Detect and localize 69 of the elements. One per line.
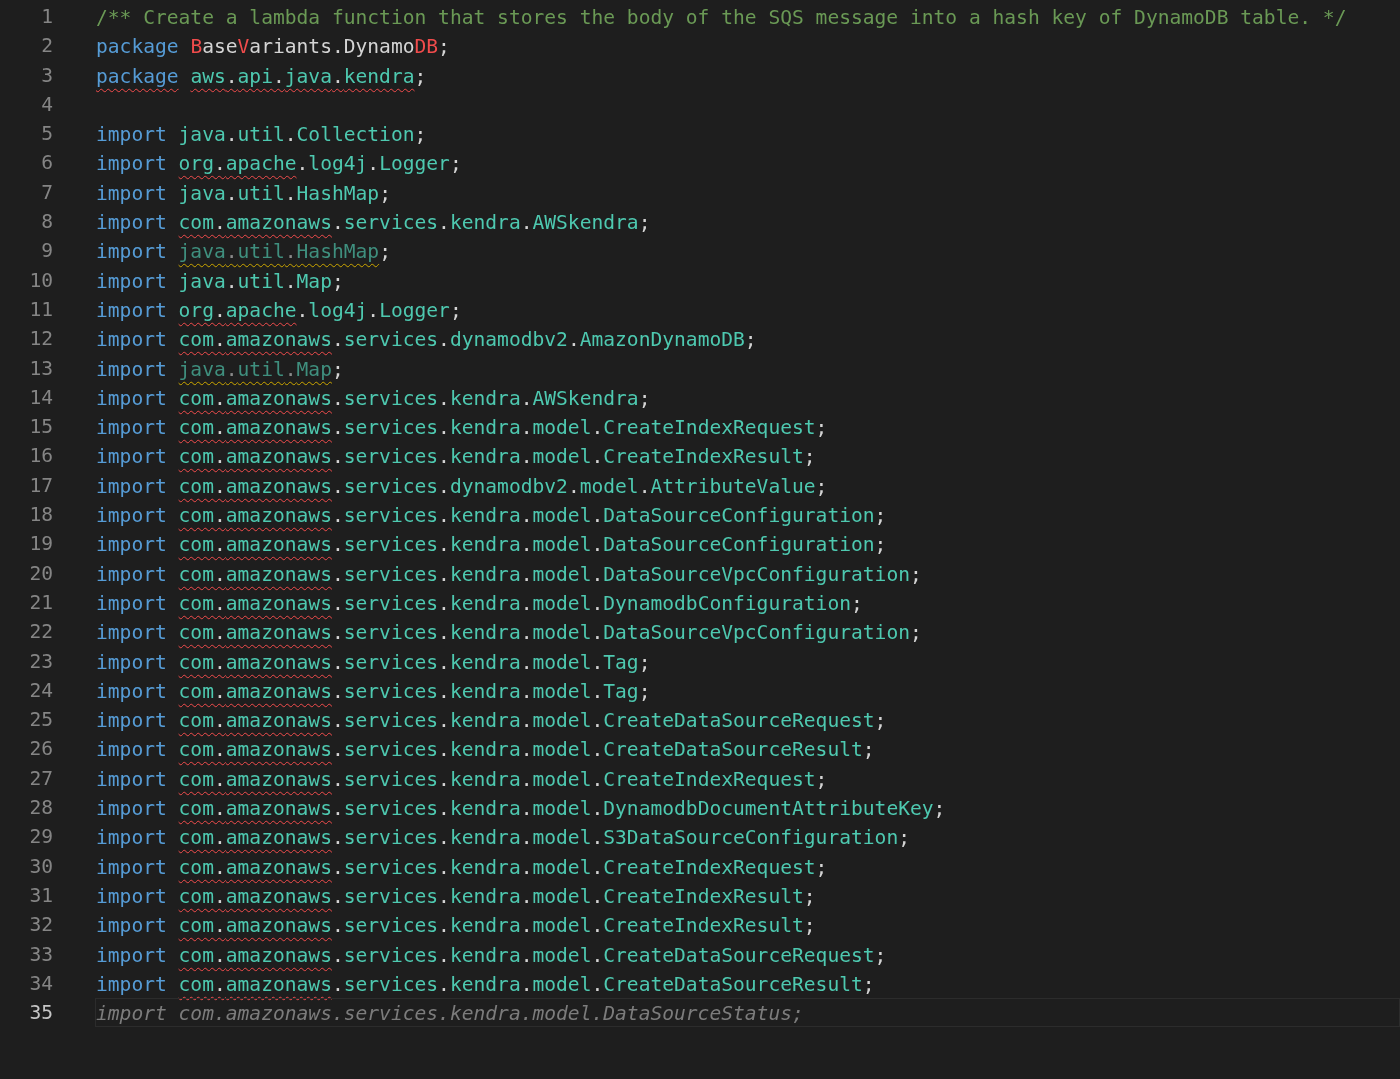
line-number: 30 [28, 853, 53, 880]
line-number: 2 [40, 33, 53, 60]
code-line: import com.amazonaws.services.kendra.model.CreateIndexResult; [96, 445, 816, 469]
code-line: import com.amazonaws.services.kendra.model.CreateIndexResult; [96, 884, 816, 908]
line-number: 22 [28, 619, 53, 646]
line-number: 17 [28, 472, 53, 499]
code-line: import org.apache.log4j.Logger; [96, 152, 462, 176]
code-line: import com.amazonaws.services.kendra.model.DynamodbDocumentAttributeKey; [96, 797, 946, 820]
line-number: 29 [28, 824, 53, 851]
line-number: 26 [28, 736, 53, 763]
code-line: import com.amazonaws.services.kendra.model.CreateIndexResult; [96, 914, 816, 938]
line-number: 20 [28, 560, 53, 587]
code-line: import java.util.Collection; [96, 123, 427, 147]
code-line: import com.amazonaws.services.kendra.model.CreateIndexRequest; [96, 416, 828, 440]
code-line: import com.amazonaws.services.kendra.model.DataSourceVpcConfiguration; [96, 562, 922, 586]
suggestion-text: import com.amazonaws.services.kendra.model.DataSourceStatus; [96, 1002, 804, 1026]
line-number: 31 [28, 882, 53, 909]
line-number: 7 [40, 179, 53, 206]
code-line: import java.util.Map; [96, 357, 344, 381]
code-line: import com.amazonaws.services.kendra.AWSkendra; [96, 386, 651, 410]
code-line: import com.amazonaws.services.kendra.model.CreateDataSourceRequest; [96, 709, 887, 733]
line-number: 25 [28, 707, 53, 734]
line-number: 10 [28, 267, 53, 294]
line-number: 6 [40, 150, 53, 177]
line-number: 28 [28, 795, 53, 821]
line-number: 5 [40, 121, 53, 148]
line-number: 8 [40, 209, 53, 236]
code-line: import java.util.HashMap; [96, 240, 391, 264]
line-number: 18 [28, 502, 53, 529]
code-line: import com.amazonaws.services.dynamodbv2.model.AttributeValue; [96, 474, 828, 498]
line-number: 32 [28, 912, 53, 939]
line-number: 1 [40, 4, 53, 30]
code-line: package BaseVariants.DynamoDB; [96, 35, 450, 59]
code-line: import com.amazonaws.services.kendra.model.CreateIndexRequest; [96, 767, 828, 791]
code-line: import java.util.Map; [96, 269, 344, 293]
line-number: 13 [28, 355, 53, 382]
line-number: 12 [28, 326, 53, 353]
line-number: 16 [28, 443, 53, 470]
line-number: 33 [28, 941, 53, 968]
line-number: 15 [28, 414, 53, 441]
line-number: 34 [28, 970, 53, 997]
code-line: import com.amazonaws.services.kendra.model.CreateDataSourceRequest; [96, 943, 887, 967]
code-comment: /** Create a lambda function that stores the body of the SQS message into a hash key of DynamoDB table. */ [96, 6, 1347, 29]
code-line: package aws.api.java.kendra; [96, 64, 427, 88]
code-line: import com.amazonaws.services.kendra.AWSkendra; [96, 211, 651, 235]
code-line: import com.amazonaws.services.kendra.model.CreateIndexRequest; [96, 855, 828, 879]
code-line: import com.amazonaws.services.kendra.model.DataSourceConfiguration; [96, 533, 887, 557]
code-line: import com.amazonaws.services.kendra.model.DataSourceConfiguration; [96, 504, 887, 528]
line-number: 27 [28, 765, 53, 792]
line-number: 21 [28, 589, 53, 616]
code-line: import java.util.HashMap; [96, 181, 391, 205]
code-line: import com.amazonaws.services.kendra.model.S3DataSourceConfiguration; [96, 826, 910, 850]
line-number: 24 [28, 677, 53, 704]
code-line: import com.amazonaws.services.kendra.model.Tag; [96, 650, 651, 674]
code-line: import org.apache.log4j.Logger; [96, 298, 462, 322]
code-line: import com.amazonaws.services.kendra.model.DynamodbConfiguration; [96, 591, 863, 615]
line-number: 9 [40, 238, 53, 265]
line-number: 14 [28, 384, 53, 411]
line-number: 23 [28, 648, 53, 675]
line-number: 11 [28, 296, 53, 323]
line-number: 35 [28, 1000, 53, 1027]
line-number: 4 [40, 91, 53, 118]
line-number: 19 [28, 531, 53, 558]
code-line: import com.amazonaws.services.kendra.model.DataSourceVpcConfiguration; [96, 621, 922, 645]
code-line: import com.amazonaws.services.dynamodbv2.AmazonDynamoDB; [96, 328, 757, 352]
line-number: 3 [40, 62, 53, 89]
code-line: import com.amazonaws.services.kendra.model.CreateDataSourceResult; [96, 972, 875, 996]
code-line: import com.amazonaws.services.kendra.model.CreateDataSourceResult; [96, 738, 875, 762]
code-line: import com.amazonaws.services.kendra.model.Tag; [96, 679, 651, 703]
